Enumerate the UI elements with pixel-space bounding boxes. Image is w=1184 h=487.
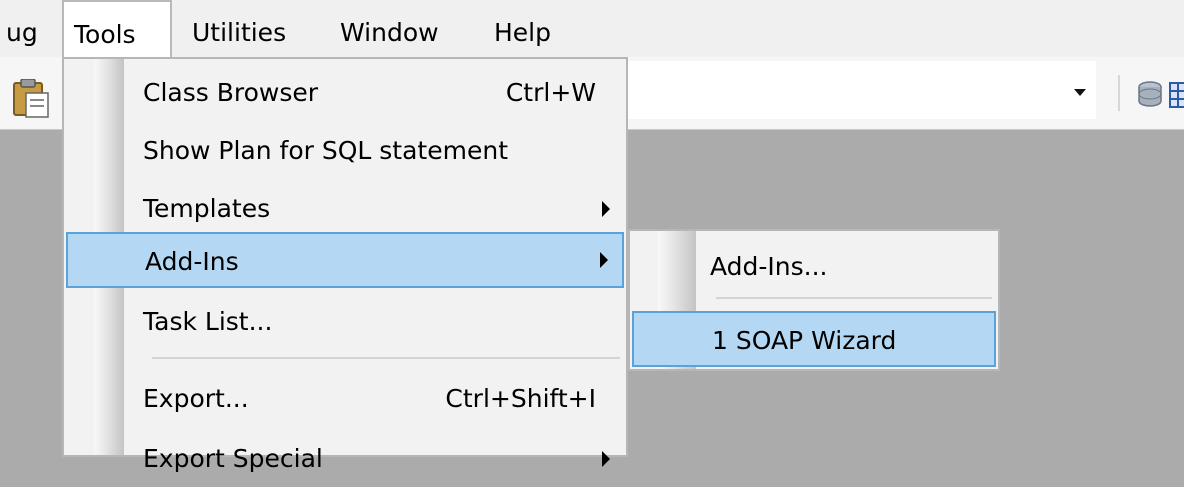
submenu-arrow-icon	[600, 252, 608, 268]
menu-item-label: Add-Ins	[145, 247, 239, 276]
submenu-arrow-icon	[602, 451, 610, 467]
menu-separator	[716, 297, 992, 299]
menu-item-shortcut: Ctrl+Shift+I	[445, 384, 596, 413]
submenu-arrow-icon	[602, 201, 610, 217]
menu-item-add-ins[interactable]: Add-Ins	[66, 232, 624, 288]
tools-menu: Class Browser Ctrl+W Show Plan for SQL s…	[62, 57, 628, 473]
add-ins-submenu: Add-Ins... 1 SOAP Wizard	[628, 229, 1000, 371]
menu-item-task-list[interactable]: Task List...	[64, 294, 626, 350]
toolbar-combo-input[interactable]	[626, 61, 1096, 119]
menu-item-export[interactable]: Export... Ctrl+Shift+I	[64, 371, 626, 427]
menu-bar: ug Tools Utilities Window Help	[0, 0, 1184, 57]
menu-item-class-browser[interactable]: Class Browser Ctrl+W	[64, 65, 626, 121]
menu-item-show-plan[interactable]: Show Plan for SQL statement	[64, 123, 626, 179]
menu-tools-label: Tools	[74, 20, 136, 49]
submenu-item-add-ins[interactable]: Add-Ins...	[630, 239, 998, 295]
grid-icon[interactable]	[1168, 79, 1184, 109]
menu-window[interactable]: Window	[340, 0, 439, 57]
menu-help[interactable]: Help	[494, 0, 551, 57]
menu-item-label: Export...	[143, 384, 249, 413]
menu-tools[interactable]: Tools	[62, 0, 172, 57]
database-icon[interactable]	[1136, 79, 1166, 109]
paste-icon[interactable]	[0, 79, 64, 119]
menu-item-label: Templates	[143, 194, 271, 223]
menu-item-label: Add-Ins...	[710, 252, 828, 281]
menu-item-label: 1 SOAP Wizard	[712, 326, 897, 355]
menu-item-label: Class Browser	[143, 78, 319, 107]
menu-item-label: Export Special	[143, 444, 323, 473]
menu-item-label: Task List...	[143, 307, 273, 336]
menu-item-label: Show Plan for SQL statement	[143, 136, 508, 165]
menu-utilities[interactable]: Utilities	[192, 0, 286, 57]
menu-item-templates[interactable]: Templates	[64, 181, 626, 237]
menu-item-export-special[interactable]: Export Special	[64, 431, 626, 487]
submenu-item-soap-wizard[interactable]: 1 SOAP Wizard	[632, 311, 996, 367]
menu-separator	[152, 357, 620, 359]
menu-item-shortcut: Ctrl+W	[505, 78, 596, 107]
dropdown-arrow-icon[interactable]	[1070, 79, 1090, 105]
toolbar-separator	[1118, 75, 1120, 111]
menu-debug[interactable]: ug	[6, 0, 38, 57]
